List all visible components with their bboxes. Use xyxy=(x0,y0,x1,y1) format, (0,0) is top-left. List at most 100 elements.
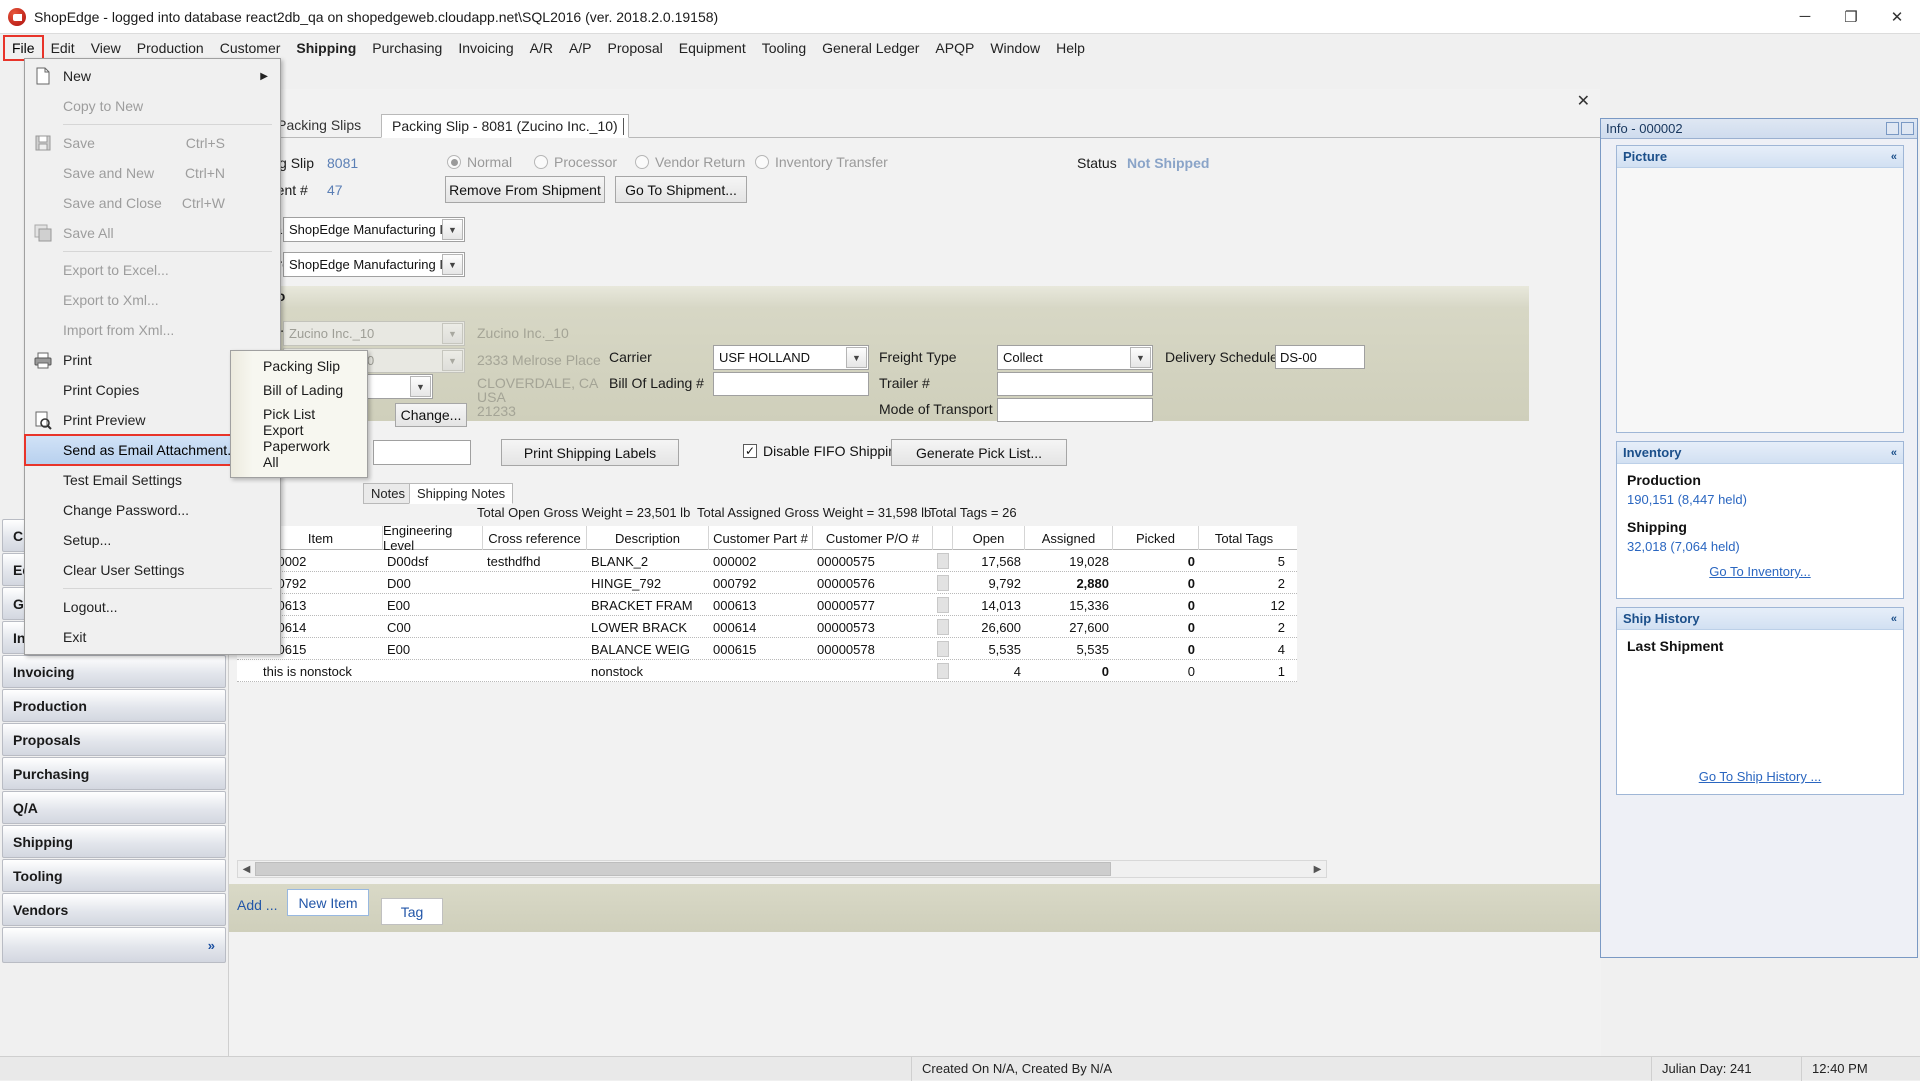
radio-inventory-transfer[interactable]: Inventory Transfer xyxy=(755,154,888,170)
table-row[interactable]: + 000792 D00 HINGE_792 000792 00000576 9… xyxy=(237,572,1297,594)
menu-item-export-to-xml[interactable]: Export to Xml... xyxy=(25,285,280,315)
scroll-right-icon[interactable]: ▶ xyxy=(1309,861,1326,877)
grid-col-picked[interactable]: Picked xyxy=(1113,526,1199,550)
tab-packing-slip-8081[interactable]: Packing Slip - 8081 (Zucino Inc._10) xyxy=(381,114,629,138)
menu-apqp[interactable]: APQP xyxy=(927,36,982,60)
go-to-shipment-button[interactable]: Go To Shipment... xyxy=(615,176,747,203)
print-shipping-labels-button[interactable]: Print Shipping Labels xyxy=(501,439,679,466)
chevron-down-icon[interactable]: ▼ xyxy=(410,376,431,397)
chevron-down-icon[interactable]: ▼ xyxy=(442,350,463,371)
chevron-down-icon[interactable]: ▼ xyxy=(442,219,463,240)
menu-customer[interactable]: Customer xyxy=(212,36,289,60)
grid-col-cross-ref[interactable]: Cross reference xyxy=(483,526,587,550)
submenu-item-bill-of-lading[interactable]: Bill of Lading xyxy=(231,378,367,402)
radio-processor[interactable]: Processor xyxy=(534,154,617,170)
sidebar-expand-button[interactable]: » xyxy=(2,927,226,963)
scroll-thumb[interactable] xyxy=(255,862,1111,876)
customer-combo[interactable]: Zucino Inc._10 ▼ xyxy=(283,321,465,346)
submenu-item-export-paperwork[interactable]: Export Paperwork xyxy=(231,422,367,454)
tab-shipping-notes[interactable]: Shipping Notes xyxy=(409,483,514,504)
table-row[interactable]: + 000614 C00 LOWER BRACK 000614 00000573… xyxy=(237,616,1297,638)
table-row[interactable]: + 000613 E00 BRACKET FRAM 000613 0000057… xyxy=(237,594,1297,616)
change-address-button[interactable]: Change... xyxy=(395,403,467,427)
menu-ap[interactable]: A/P xyxy=(561,36,600,60)
menu-general-ledger[interactable]: General Ledger xyxy=(814,36,927,60)
submenu-item-packing-slip[interactable]: Packing Slip xyxy=(231,354,367,378)
minimize-button[interactable]: ─ xyxy=(1782,0,1828,34)
menu-item-new[interactable]: New ▶ xyxy=(25,61,280,91)
menu-item-clear-user-settings[interactable]: Clear User Settings xyxy=(25,555,280,585)
go-to-ship-history-link[interactable]: Go To Ship History ... xyxy=(1617,769,1903,784)
new-item-button[interactable]: New Item xyxy=(287,889,369,916)
chevron-down-icon[interactable]: ▼ xyxy=(1130,347,1151,368)
chevron-down-icon[interactable]: ▼ xyxy=(442,254,463,275)
bill-of-lading-input[interactable] xyxy=(713,372,869,396)
add-link[interactable]: Add ... xyxy=(237,897,277,913)
sidebar-item-proposals[interactable]: Proposals xyxy=(2,723,226,756)
grid-col-description[interactable]: Description xyxy=(587,526,709,550)
collapse-chevron-icon[interactable]: « xyxy=(1891,613,1897,625)
table-row[interactable]: ▶ 000002 D00dsf testhdfhd BLANK_2 000002… xyxy=(237,550,1297,572)
section-picture-header[interactable]: Picture « xyxy=(1617,146,1903,168)
menu-item-save[interactable]: Save Ctrl+S xyxy=(25,128,280,158)
label-count-input[interactable] xyxy=(373,440,471,465)
grid-col-customer-part[interactable]: Customer Part # xyxy=(709,526,813,550)
generate-pick-list-button[interactable]: Generate Pick List... xyxy=(891,439,1067,466)
grid-col-customer-po[interactable]: Customer P/O # xyxy=(813,526,933,550)
chevron-down-icon[interactable]: ▼ xyxy=(442,323,463,344)
menu-item-setup[interactable]: Setup... xyxy=(25,525,280,555)
delivery-schedule-input[interactable] xyxy=(1275,345,1365,369)
remove-from-shipment-button[interactable]: Remove From Shipment xyxy=(445,176,605,203)
menu-item-save-and-new[interactable]: Save and New Ctrl+N xyxy=(25,158,280,188)
sidebar-item-tooling[interactable]: Tooling xyxy=(2,859,226,892)
section-inventory-header[interactable]: Inventory « xyxy=(1617,442,1903,464)
maximize-button[interactable]: ❐ xyxy=(1828,0,1874,34)
close-document-icon[interactable]: ✕ xyxy=(1577,91,1590,111)
tab-notes[interactable]: Notes xyxy=(363,483,413,504)
close-button[interactable]: ✕ xyxy=(1874,0,1920,34)
grid-horizontal-scrollbar[interactable]: ◀ ▶ xyxy=(237,860,1327,878)
grid-col-total-tags[interactable]: Total Tags xyxy=(1199,526,1289,550)
ship-from-combo[interactable]: ShopEdge Manufacturing Inc. ▼ xyxy=(283,252,465,277)
sidebar-item-qa[interactable]: Q/A xyxy=(2,791,226,824)
submenu-item-all[interactable]: All xyxy=(231,450,367,474)
sidebar-item-production[interactable]: Production xyxy=(2,689,226,722)
disable-fifo-checkbox[interactable]: ✓ Disable FIFO Shipping xyxy=(743,443,904,459)
trailer-input[interactable] xyxy=(997,372,1153,396)
section-ship-history-header[interactable]: Ship History « xyxy=(1617,608,1903,630)
info-panel-pin-icon[interactable] xyxy=(1886,122,1899,135)
menu-window[interactable]: Window xyxy=(982,36,1048,60)
menu-ar[interactable]: A/R xyxy=(522,36,561,60)
menu-item-export-to-excel[interactable]: Export to Excel... xyxy=(25,255,280,285)
menu-file[interactable]: File xyxy=(3,34,44,61)
sidebar-item-shipping[interactable]: Shipping xyxy=(2,825,226,858)
collapse-chevron-icon[interactable]: « xyxy=(1891,447,1897,459)
sidebar-item-purchasing[interactable]: Purchasing xyxy=(2,757,226,790)
menu-help[interactable]: Help xyxy=(1048,36,1093,60)
grid-col-assigned[interactable]: Assigned xyxy=(1025,526,1113,550)
menu-edit[interactable]: Edit xyxy=(43,36,83,60)
menu-item-exit[interactable]: Exit xyxy=(25,622,280,652)
table-row[interactable]: this is nonstock nonstock 4 0 0 1 xyxy=(237,660,1297,682)
menu-item-save-and-close[interactable]: Save and Close Ctrl+W xyxy=(25,188,280,218)
menu-item-change-password[interactable]: Change Password... xyxy=(25,495,280,525)
collapse-chevron-icon[interactable]: « xyxy=(1891,151,1897,163)
sidebar-item-invoicing[interactable]: Invoicing xyxy=(2,655,226,688)
menu-tooling[interactable]: Tooling xyxy=(754,36,814,60)
radio-normal[interactable]: Normal xyxy=(447,154,512,170)
menu-production[interactable]: Production xyxy=(129,36,212,60)
menu-item-logout[interactable]: Logout... xyxy=(25,592,280,622)
menu-item-copy-to-new[interactable]: Copy to New xyxy=(25,91,280,121)
chevron-down-icon[interactable]: ▼ xyxy=(846,347,867,368)
mode-of-transport-input[interactable] xyxy=(997,398,1153,422)
grid-col-open[interactable]: Open xyxy=(953,526,1025,550)
email-attachment-submenu[interactable]: Packing Slip Bill of Lading Pick List Ex… xyxy=(230,350,368,478)
go-to-inventory-link[interactable]: Go To Inventory... xyxy=(1627,564,1893,579)
menu-item-save-all[interactable]: Save All xyxy=(25,218,280,248)
company-combo[interactable]: ShopEdge Manufacturing Inc. ▼ xyxy=(283,217,465,242)
freight-type-combo[interactable]: Collect ▼ xyxy=(997,345,1153,370)
menu-purchasing[interactable]: Purchasing xyxy=(364,36,450,60)
radio-vendor-return[interactable]: Vendor Return xyxy=(635,154,745,170)
menu-shipping[interactable]: Shipping xyxy=(288,36,364,60)
menu-invoicing[interactable]: Invoicing xyxy=(450,36,521,60)
